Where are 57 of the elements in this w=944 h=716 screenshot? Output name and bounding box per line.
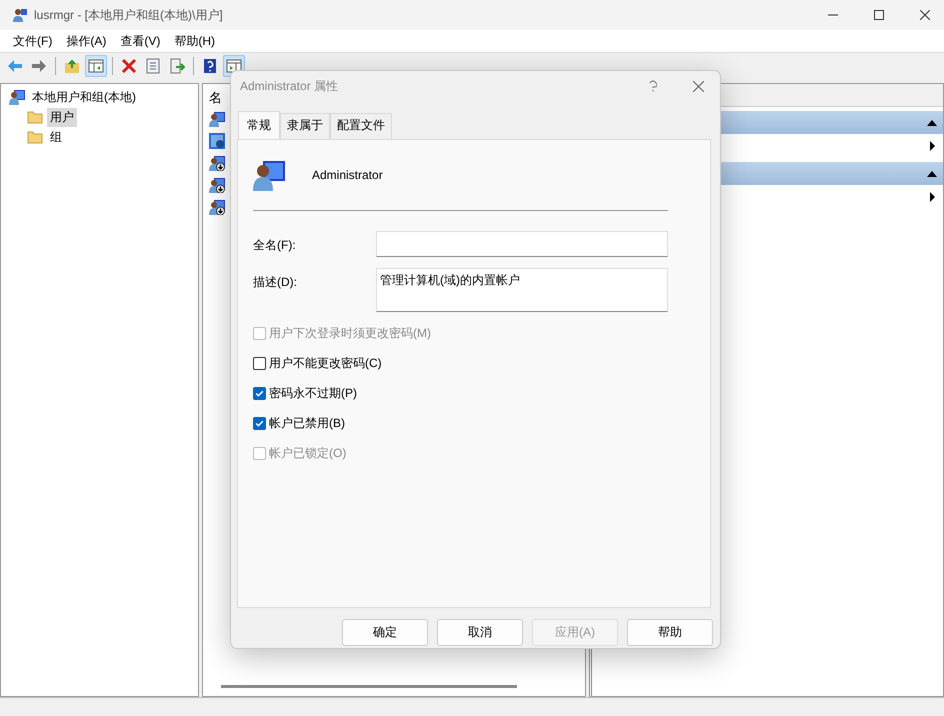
description-field[interactable]: 管理计算机(域)的内置帐户 [376, 268, 668, 312]
user-icon [209, 177, 225, 193]
menu-item[interactable]: 操作(A) [59, 32, 114, 50]
folder-icon [27, 129, 43, 145]
toolbar-button[interactable] [85, 55, 107, 77]
checkbox-label: 用户不能更改密码(C) [269, 354, 382, 372]
pane-icon [226, 58, 242, 74]
tab[interactable]: 配置文件 [330, 113, 392, 139]
window-title: lusrmgr - [本地用户和组(本地)\用户] [34, 6, 223, 24]
help-icon [202, 58, 218, 74]
checkbox-label: 帐户已禁用(B) [269, 414, 345, 432]
user-icon [209, 111, 225, 127]
dialog-button[interactable]: 取消 [437, 619, 523, 646]
users-icon [12, 7, 28, 23]
computer-user-icon [9, 89, 25, 105]
field-label: 描述(D): [253, 274, 298, 291]
field-label: 全名(F): [253, 237, 297, 254]
user-icon [209, 155, 225, 171]
maximize-icon[interactable] [874, 10, 884, 20]
folder-icon [27, 109, 43, 125]
close-icon[interactable] [920, 10, 930, 20]
arrow-icon[interactable] [930, 192, 935, 202]
checkbox[interactable] [253, 386, 266, 400]
input-field[interactable] [376, 231, 668, 257]
close-icon[interactable] [693, 80, 704, 92]
menu-item[interactable]: 文件(F) [6, 32, 60, 50]
document-icon [145, 58, 161, 74]
menu-item[interactable]: 查看(V) [113, 32, 168, 50]
checkbox-label: 帐户已锁定(O) [269, 444, 346, 462]
dialog-title: Administrator 属性 [240, 78, 338, 94]
scroll-bar[interactable] [221, 685, 517, 688]
checkbox-label: 密码永不过期(P) [269, 384, 357, 402]
tree-item[interactable]: 用户 [47, 108, 77, 126]
tree-item[interactable]: 组 [47, 128, 65, 146]
collapse-icon[interactable] [927, 120, 937, 126]
checkbox[interactable] [253, 356, 266, 370]
back-arrow-icon [7, 58, 23, 74]
export-icon [169, 58, 185, 74]
arrow-icon[interactable] [930, 141, 935, 151]
user-icon [209, 199, 225, 215]
pane-icon [88, 58, 104, 74]
forward-arrow-icon [31, 58, 47, 74]
tree-item[interactable]: 本地用户和组(本地) [29, 88, 139, 106]
checkbox[interactable] [253, 416, 266, 430]
user-name: Administrator [312, 168, 383, 182]
menu-item[interactable]: 帮助(H) [167, 32, 222, 50]
delete-icon [121, 58, 137, 74]
tab[interactable]: 隶属于 [280, 113, 330, 139]
dialog-button[interactable]: 帮助 [627, 619, 713, 646]
help-icon[interactable] [649, 80, 657, 92]
folder-up-icon [64, 58, 80, 74]
collapse-icon[interactable] [927, 170, 937, 176]
user-icon [209, 133, 225, 149]
checkbox-label: 用户下次登录时须更改密码(M) [269, 324, 431, 342]
user-computer-icon [253, 159, 285, 191]
tab[interactable]: 常规 [238, 111, 280, 139]
dialog-button[interactable]: 确定 [342, 619, 428, 646]
